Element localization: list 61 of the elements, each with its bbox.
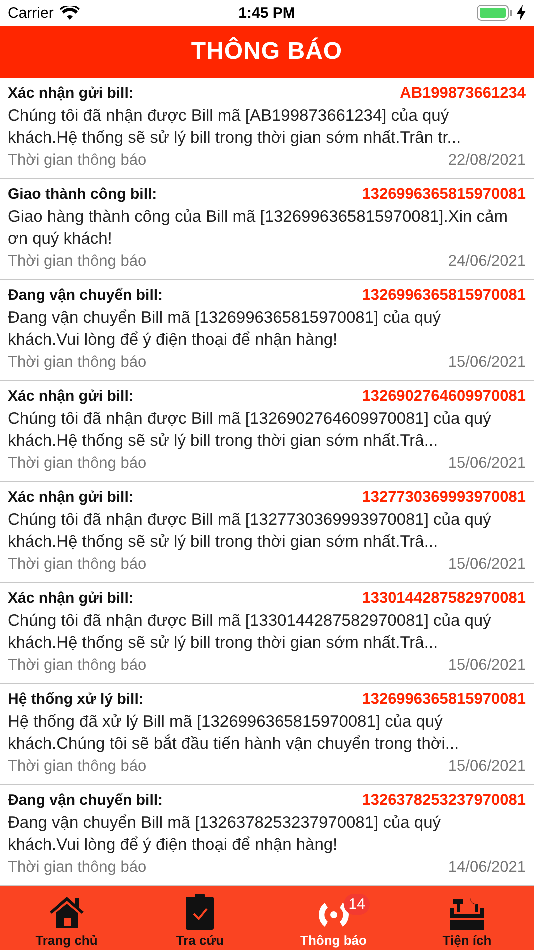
notification-date: 15/06/2021 [448,758,526,776]
notification-item[interactable]: Xác nhận gửi bill: 1330144287582970081 Chúng tôi đã nhận được Bill mã [1330144287582970081] của quý khách.Hệ thống sẽ sử lý bill trong thời gian sớm nhất.Trâ... Thời gian thông báo 15/06/2021 [0,583,534,684]
charging-bolt-icon [516,5,526,21]
notification-message: Hệ thống đã xử lý Bill mã [1326996365815970081] của quý khách.Chúng tôi sẽ bắt đầu tiến hành vận chuyển trong thời... [8,712,460,755]
time-label: Thời gian thông báo [8,152,147,170]
notification-item[interactable]: Hệ thống xử lý bill: 1326996365815970081 Hệ thống đã xử lý Bill mã [1326996365815970081] của quý khách.Chúng tôi sẽ bắt đầu tiến hành vận chuyển trong thời... Thời gian thông báo 15/06/2021 [0,684,534,785]
time-label: Thời gian thông báo [8,556,147,574]
toolbox-icon [450,896,484,930]
notification-date: 15/06/2021 [448,455,526,473]
home-icon [48,894,86,930]
notification-item[interactable]: Xác nhận gửi bill: 1327730369993970081 Chúng tôi đã nhận được Bill mã [1327730369993970081] của quý khách.Hệ thống sẽ sử lý bill trong thời gian sớm nhất.Trâ... Thời gian thông báo 15/06/2021 [0,482,534,583]
time-label: Thời gian thông báo [8,354,147,372]
bill-code: 1326996365815970081 [362,186,526,204]
time-label: Thời gian thông báo [8,253,147,271]
notification-title: Hệ thống xử lý bill: [8,690,144,708]
bill-code: 1326902764609970081 [362,388,526,406]
notification-date: 15/06/2021 [448,556,526,574]
notification-item[interactable]: Xác nhận gửi bill: 1326902764609970081 Chúng tôi đã nhận được Bill mã [1326902764609970081] của quý khách.Hệ thống sẽ sử lý bill trong thời gian sớm nhất.Trâ... Thời gian thông báo 15/06/2021 [0,381,534,482]
notification-item[interactable]: Giao thành công bill: 1326996365815970081 Giao hàng thành công của Bill mã [1326996365815970081].Xin cảm ơn quý khách! Thời gian thông báo 24/06/2021 [0,179,534,280]
bill-code: 1326996365815970081 [362,691,526,709]
tab[interactable]: Trang chủ [0,886,134,950]
carrier-label: Carrier [8,4,54,22]
tab[interactable]: Tra cứu [134,886,267,950]
bill-code: 1326378253237970081 [362,792,526,810]
notification-message: Chúng tôi đã nhận được Bill mã [1326902764609970081] của quý khách.Hệ thống sẽ sử lý bill trong thời gian sớm nhất.Trâ... [8,409,492,452]
time-label: Thời gian thông báo [8,859,147,877]
notification-title: Giao thành công bill: [8,185,158,203]
notification-title: Xác nhận gửi bill: [8,387,134,405]
notification-title: Xác nhận gửi bill: [8,84,134,102]
notification-item[interactable]: Đang vận chuyển bill: 1326996365815970081 Đang vận chuyển Bill mã [1326996365815970081] của quý khách.Vui lòng để ý điện thoại để nhận hàng! Thời gian thông báo 15/06/2021 [0,280,534,381]
time-label: Thời gian thông báo [8,657,147,675]
bill-code: 1327730369993970081 [362,489,526,507]
count-badge: 14 [344,894,370,915]
notification-date: 14/06/2021 [448,859,526,877]
notification-message: Đang vận chuyển Bill mã [1326378253237970081] của quý khách.Vui lòng để ý điện thoại để nhận hàng! [8,813,442,856]
notification-date: 24/06/2021 [448,253,526,271]
time-label: Thời gian thông báo [8,455,147,473]
notification-title: Xác nhận gửi bill: [8,589,134,607]
notification-title: Đang vận chuyển bill: [8,791,164,809]
notification-item[interactable]: Xác nhận gửi bill: AB199873661234 Chúng tôi đã nhận được Bill mã [AB199873661234] của quý khách.Hệ thống sẽ sử lý bill trong thời gian sớm nhất.Trân tr... Thời gian thông báo 22/08/2021 [0,78,534,179]
clock-time: 1:45 PM [238,4,296,22]
notification-date: 15/06/2021 [448,657,526,675]
time-label: Thời gian thông báo [8,758,147,776]
notification-message: Chúng tôi đã nhận được Bill mã [AB199873661234] của quý khách.Hệ thống sẽ sử lý bill trong thời gian sớm nhất.Trân tr... [8,106,462,149]
page-title: THÔNG BÁO [191,38,343,66]
clipboard-check-icon [185,894,216,930]
tab[interactable]: 14 Thông báo [267,886,400,950]
wifi-icon [60,6,80,20]
bill-code: 1326996365815970081 [362,287,526,305]
notification-title: Đang vận chuyển bill: [8,286,164,304]
notification-message: Giao hàng thành công của Bill mã [1326996365815970081].Xin cảm ơn quý khách! [8,207,508,250]
tab[interactable]: Tiện ích [400,886,534,950]
bill-code: AB199873661234 [400,85,526,103]
notification-message: Chúng tôi đã nhận được Bill mã [1330144287582970081] của quý khách.Hệ thống sẽ sử lý bill trong thời gian sớm nhất.Trâ... [8,611,492,654]
notification-date: 15/06/2021 [448,354,526,372]
notification-date: 22/08/2021 [448,152,526,170]
notification-message: Chúng tôi đã nhận được Bill mã [1327730369993970081] của quý khách.Hệ thống sẽ sử lý bill trong thời gian sớm nhất.Trâ... [8,510,492,553]
bill-code: 1330144287582970081 [362,590,526,608]
battery-icon [476,5,513,21]
notification-title: Xác nhận gửi bill: [8,488,134,506]
notification-message: Đang vận chuyển Bill mã [1326996365815970081] của quý khách.Vui lòng để ý điện thoại để nhận hàng! [8,308,442,351]
